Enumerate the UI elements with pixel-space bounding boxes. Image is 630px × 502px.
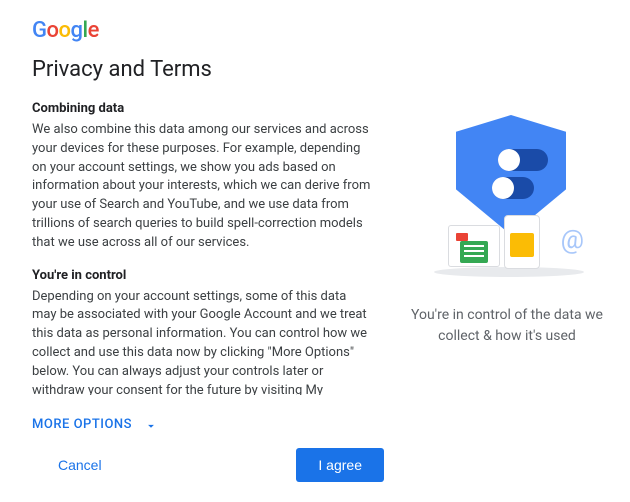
page-title: Privacy and Terms xyxy=(32,57,384,82)
section-body-control: Depending on your account settings, some… xyxy=(32,288,372,395)
section-body-combining: We also combine this data among our serv… xyxy=(32,121,372,253)
illustration-caption: You're in control of the data we collect… xyxy=(408,305,606,347)
chevron-down-icon xyxy=(144,419,156,431)
more-options-label: MORE OPTIONS xyxy=(32,417,132,432)
at-sign-icon: @ xyxy=(561,225,584,255)
section-heading-control: You're in control xyxy=(32,267,372,286)
action-bar: Cancel I agree xyxy=(32,442,384,484)
terms-scroll-area[interactable]: Combining data We also combine this data… xyxy=(32,100,384,395)
section-heading-combining: Combining data xyxy=(32,100,372,119)
privacy-illustration: @ xyxy=(422,115,592,285)
more-options-button[interactable]: MORE OPTIONS xyxy=(32,395,384,442)
agree-button[interactable]: I agree xyxy=(296,448,384,482)
google-logo: Google xyxy=(32,18,384,43)
cancel-button[interactable]: Cancel xyxy=(32,449,128,481)
